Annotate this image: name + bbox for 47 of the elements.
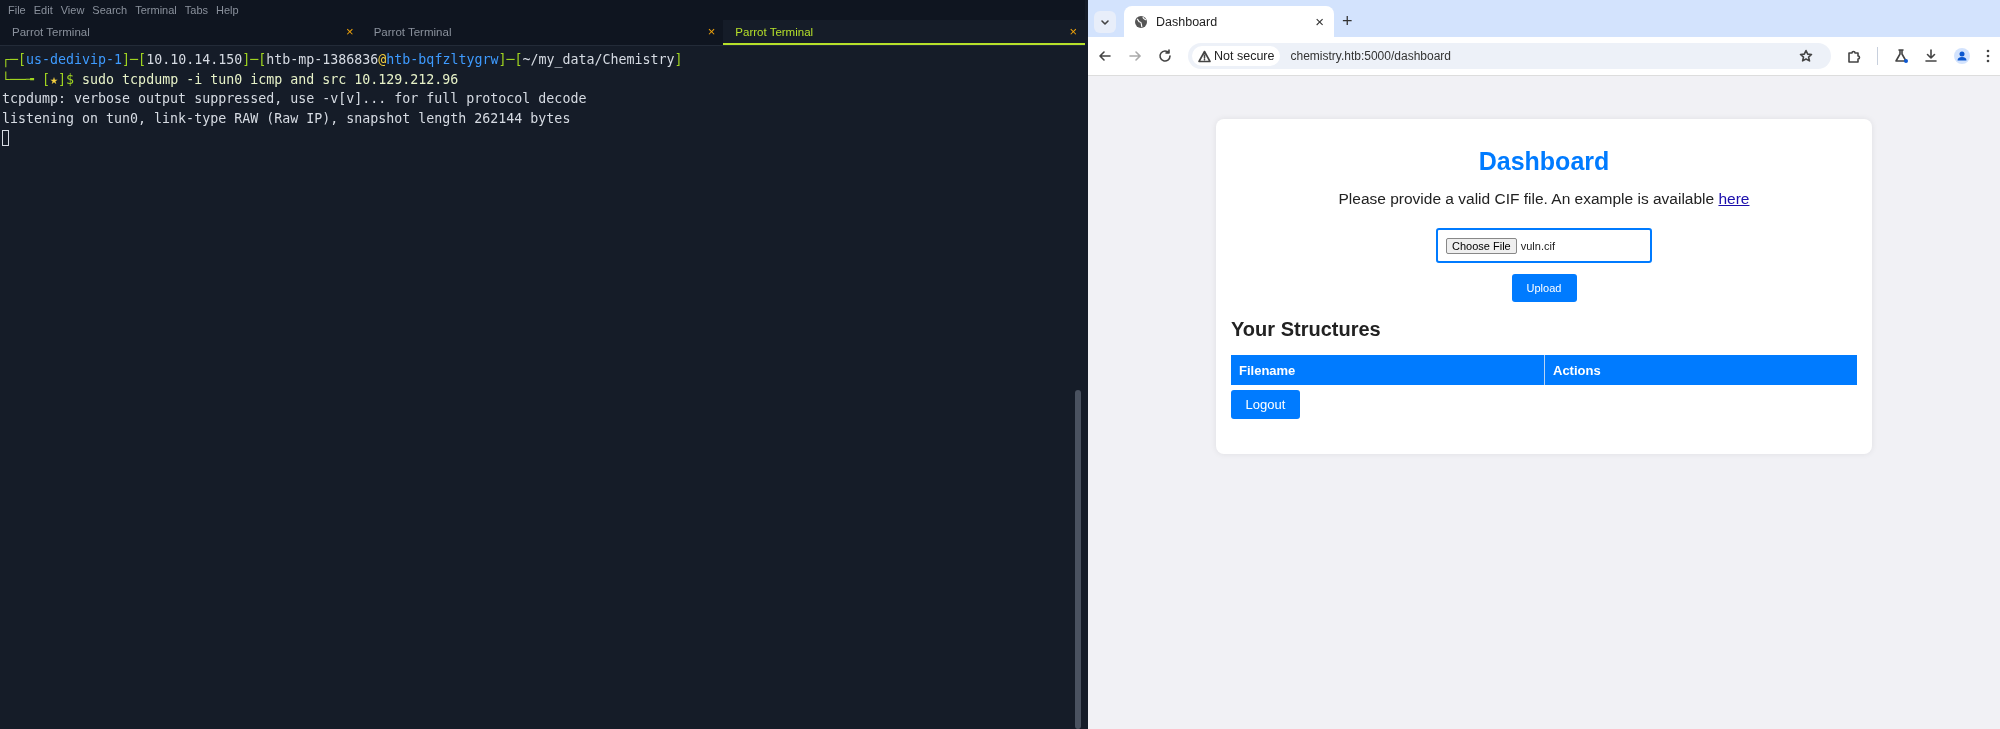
address-field[interactable]: chemistry.htb:5000/dashboard — [1290, 49, 1789, 63]
terminal-tab[interactable]: Parrot Terminal × — [723, 20, 1085, 45]
text-cursor — [2, 130, 9, 146]
profile-icon[interactable] — [1954, 48, 1970, 64]
upload-button[interactable]: Upload — [1511, 274, 1577, 302]
menu-item[interactable]: Tabs — [180, 4, 213, 16]
intro-text: Please provide a valid CIF file. An example is available here — [1338, 190, 1750, 208]
close-tab-button[interactable]: × — [346, 24, 354, 39]
menu-icon[interactable] — [1986, 49, 1990, 63]
logout-button[interactable]: Logout — [1231, 390, 1300, 419]
browser-tab[interactable]: Dashboard × — [1124, 6, 1334, 37]
terminal-tab[interactable]: Parrot Terminal × — [361, 20, 724, 45]
example-link[interactable]: here — [1718, 190, 1750, 207]
chevron-down-icon — [1100, 17, 1110, 27]
menu-item[interactable]: File — [4, 4, 30, 16]
star-icon[interactable] — [1799, 49, 1813, 63]
tab-list-button[interactable] — [1094, 11, 1116, 33]
scrollbar-thumb[interactable] — [1075, 390, 1081, 729]
column-header: Filename — [1238, 361, 1297, 380]
command-line: └──╼ [★]$ sudo tcpdump -i tun0 icmp and src 10.129.212.96 — [2, 70, 460, 89]
globe-icon — [1134, 14, 1148, 29]
menu-item[interactable]: Search — [88, 4, 132, 16]
warning-icon — [1198, 49, 1211, 63]
file-name: vuln.cif — [1520, 239, 1555, 252]
page-heading: Dashboard — [1478, 147, 1610, 176]
menu-item[interactable]: Help — [212, 4, 243, 16]
menu-item[interactable]: View — [56, 4, 89, 16]
back-icon[interactable] — [1098, 49, 1112, 63]
security-chip[interactable]: Not secure — [1192, 46, 1281, 66]
close-tab-button[interactable]: × — [1315, 13, 1324, 30]
download-icon[interactable] — [1924, 49, 1938, 63]
close-tab-button[interactable]: × — [707, 24, 716, 39]
output-line: tcpdump: verbose output suppressed, use -v[v]... for full protocol decode — [2, 90, 588, 108]
reload-icon[interactable] — [1158, 49, 1172, 63]
puzzle-icon[interactable] — [1847, 49, 1861, 63]
close-tab-button[interactable]: × — [1069, 24, 1077, 39]
column-header: Actions — [1544, 355, 1857, 385]
flask-icon[interactable] — [1894, 49, 1908, 63]
section-title: Your Structures — [1231, 318, 1381, 341]
prompt-line: ┌─[us-dedivip-1]─[10.10.14.150]─[htb-mp-1386836@htb-bqfzltygrw]─[~/my_data/Chemistry] — [2, 51, 684, 70]
output-line: listening on tun0, link-type RAW (Raw IP), snapshot length 262144 bytes — [2, 109, 572, 128]
new-tab-button[interactable]: + — [1342, 11, 1353, 32]
choose-file-button[interactable]: Choose File — [1446, 237, 1517, 254]
terminal-tab[interactable]: Parrot Terminal × — [0, 20, 362, 45]
file-input[interactable]: Choose File vuln.cif — [1436, 228, 1652, 263]
menu-item[interactable]: Edit — [29, 4, 57, 16]
menu-item[interactable]: Terminal — [131, 4, 181, 16]
